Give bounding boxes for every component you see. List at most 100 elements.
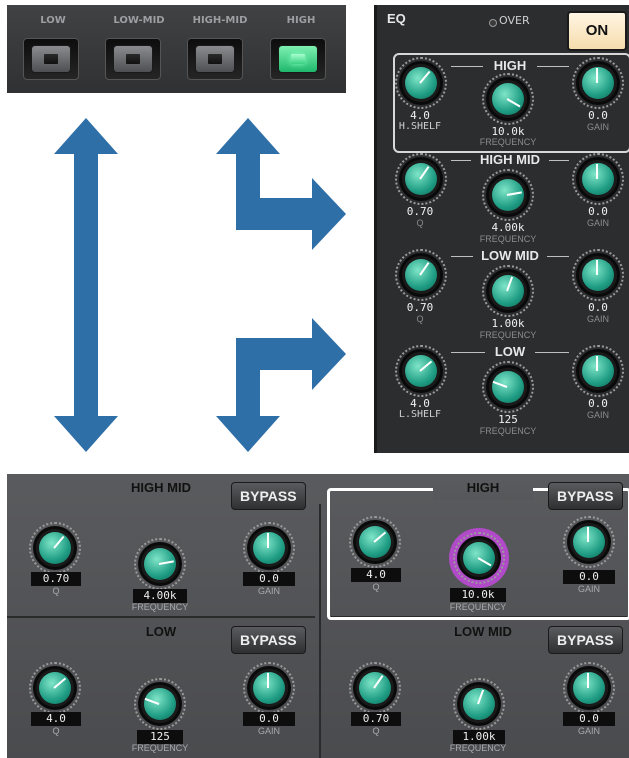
q-value: 4.0	[31, 712, 81, 726]
button-face	[114, 46, 152, 72]
q-value: 4.0	[351, 568, 401, 582]
gain-value: 0.0	[243, 572, 295, 586]
frequency-knob[interactable]	[482, 169, 534, 221]
gain-knob[interactable]	[572, 57, 624, 109]
gain-value: 0.0	[588, 109, 608, 122]
gain-knob[interactable]	[563, 662, 615, 714]
band-title-high-mid: HIGH MID	[480, 152, 540, 167]
q-label: Q	[416, 314, 424, 324]
frequency-value: 4.00k	[133, 589, 187, 603]
q-knob[interactable]	[29, 522, 81, 574]
frequency-knob[interactable]	[482, 265, 534, 317]
gain-knob[interactable]	[572, 249, 624, 301]
gain-knob[interactable]	[572, 345, 624, 397]
eq-panel: EQ OVER ON HIGH 4.0 H.SHELF 10.0k FREQUE…	[374, 5, 629, 453]
over-label: OVER	[499, 14, 530, 27]
eq-on-button[interactable]: ON	[567, 11, 627, 51]
q-knob[interactable]	[395, 57, 447, 109]
gain-label: GAIN	[586, 218, 609, 228]
divider	[537, 66, 569, 67]
frequency-value: 1.00k	[491, 317, 525, 330]
band-button-high-mid[interactable]	[187, 38, 243, 80]
q-knob[interactable]	[395, 345, 447, 397]
band-button-low-mid[interactable]	[105, 38, 161, 80]
eq-title: EQ	[387, 11, 406, 26]
bent-arrow-up-right-icon	[216, 118, 346, 250]
gain-knob[interactable]	[572, 153, 624, 205]
band-title-high: HIGH	[493, 58, 527, 73]
q-label: Q	[372, 726, 380, 736]
q-knob[interactable]	[349, 662, 401, 714]
over-led	[489, 19, 497, 27]
gain-label: GAIN	[586, 410, 609, 420]
band-button-high[interactable]	[270, 38, 326, 80]
gain-label: GAIN	[577, 584, 600, 594]
frequency-knob[interactable]	[453, 678, 505, 730]
gain-label: GAIN	[257, 586, 280, 596]
q-label: Q	[52, 726, 60, 736]
q-value: 0.70	[351, 712, 401, 726]
frequency-knob[interactable]	[482, 73, 534, 125]
gain-value: 0.0	[588, 301, 608, 314]
frequency-label: FREQUENCY	[479, 330, 537, 340]
horizontal-divider	[7, 616, 315, 618]
frequency-knob[interactable]	[453, 532, 505, 584]
bypass-button[interactable]: BYPASS	[548, 626, 623, 654]
divider	[451, 352, 485, 353]
button-face-lit	[279, 46, 317, 72]
q-knob[interactable]	[395, 249, 447, 301]
gain-knob[interactable]	[243, 522, 295, 574]
gain-value: 0.0	[243, 712, 295, 726]
q-knob[interactable]	[29, 662, 81, 714]
q-label: Q	[52, 586, 60, 596]
band-label-high: HIGH	[286, 15, 316, 26]
gain-label: GAIN	[257, 726, 280, 736]
button-face	[32, 46, 70, 72]
panel-title-low: LOW	[145, 624, 177, 639]
frequency-label: FREQUENCY	[479, 426, 537, 436]
q-knob[interactable]	[395, 153, 447, 205]
panel-title-low-mid: LOW MID	[454, 624, 512, 639]
frequency-knob[interactable]	[134, 678, 186, 730]
q-label: L.SHELF	[398, 409, 442, 420]
frequency-label: FREQUENCY	[479, 234, 537, 244]
vertical-divider	[319, 504, 321, 758]
band-title-low: LOW	[494, 344, 526, 359]
gain-knob[interactable]	[243, 662, 295, 714]
gain-value: 0.0	[563, 570, 615, 584]
gain-knob[interactable]	[563, 516, 615, 568]
arrows-graphic	[54, 118, 346, 452]
band-label-low-mid: LOW-MID	[113, 15, 165, 26]
gain-value: 0.0	[588, 397, 608, 410]
band-selector: LOW LOW-MID HIGH-MID HIGH	[7, 5, 346, 93]
button-face	[196, 46, 234, 72]
gain-label: GAIN	[577, 726, 600, 736]
divider	[547, 256, 569, 257]
frequency-value: 125	[137, 730, 183, 744]
q-knob[interactable]	[349, 516, 401, 568]
double-arrow-icon	[54, 118, 118, 452]
band-title-low-mid: LOW MID	[481, 248, 539, 263]
bent-arrow-right-down-icon	[216, 318, 346, 452]
gain-value: 0.0	[563, 712, 615, 726]
band-label-high-mid: HIGH-MID	[192, 15, 248, 26]
divider	[451, 160, 471, 161]
frequency-knob[interactable]	[134, 538, 186, 590]
q-label: H.SHELF	[398, 121, 442, 132]
q-value: 0.70	[406, 205, 434, 218]
gain-value: 0.0	[588, 205, 608, 218]
gain-label: GAIN	[586, 122, 609, 132]
bypass-button[interactable]: BYPASS	[231, 626, 306, 654]
q-value: 0.70	[406, 301, 434, 314]
frequency-value: 1.00k	[453, 730, 505, 744]
panel-title-high: HIGH	[466, 480, 500, 495]
frequency-value: 4.00k	[491, 221, 525, 234]
bypass-button[interactable]: BYPASS	[548, 482, 623, 510]
band-label-low: LOW	[40, 15, 66, 26]
frequency-label: FREQUENCY	[449, 602, 507, 612]
divider	[451, 256, 473, 257]
band-button-low[interactable]	[23, 38, 79, 80]
bypass-button[interactable]: BYPASS	[231, 482, 306, 510]
frequency-knob[interactable]	[482, 361, 534, 413]
divider	[549, 160, 569, 161]
